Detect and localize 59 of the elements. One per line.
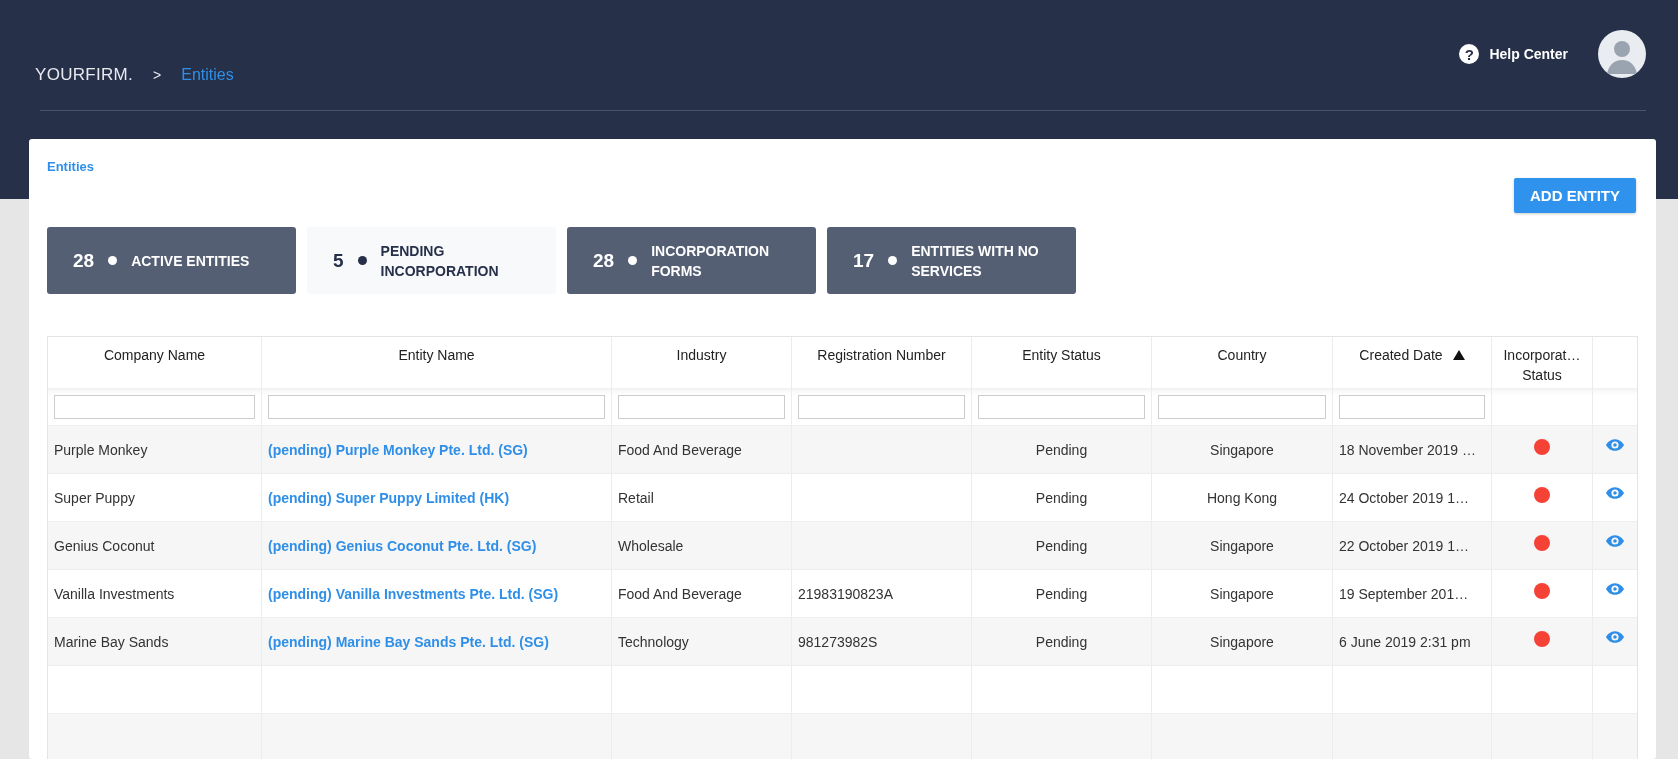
brand-logo[interactable]: YOURFIRM. xyxy=(35,65,134,85)
filter-field[interactable] xyxy=(798,394,965,419)
help-center-link[interactable]: ? Help Center xyxy=(1459,44,1568,64)
filter-field[interactable] xyxy=(1339,394,1485,419)
filter-tab[interactable]: 17 ENTITIES WITH NO SERVICES xyxy=(827,227,1076,294)
country: Singapore xyxy=(1152,521,1333,569)
industry: Food And Beverage xyxy=(612,569,792,617)
column-header[interactable]: Entity Name xyxy=(398,345,475,365)
registration-number: 981273982S xyxy=(792,617,972,665)
eye-icon[interactable] xyxy=(1606,438,1624,451)
breadcrumb-separator: > xyxy=(153,67,162,83)
filter-field[interactable] xyxy=(54,394,255,419)
column-header[interactable]: Created Date xyxy=(1359,345,1443,365)
column-header[interactable]: Entity Status xyxy=(1022,345,1101,365)
filter-tab[interactable]: 5 PENDING INCORPORATION xyxy=(307,227,556,294)
company-name: Marine Bay Sands xyxy=(48,617,262,665)
country: Singapore xyxy=(1152,425,1333,473)
country: Hong Kong xyxy=(1152,473,1333,521)
filter-field[interactable] xyxy=(978,394,1145,419)
created-date: 6 June 2019 2:31 pm xyxy=(1333,617,1492,665)
eye-icon[interactable] xyxy=(1606,582,1624,595)
industry: Food And Beverage xyxy=(612,425,792,473)
help-icon: ? xyxy=(1459,44,1480,64)
eye-icon[interactable] xyxy=(1606,630,1624,643)
entity-status: Pending xyxy=(972,521,1152,569)
column-header[interactable]: Country xyxy=(1217,345,1267,365)
avatar[interactable] xyxy=(1598,30,1646,78)
country: Singapore xyxy=(1152,569,1333,617)
industry: Retail xyxy=(612,473,792,521)
eye-icon[interactable] xyxy=(1606,534,1624,547)
registration-number: 21983190823A xyxy=(792,569,972,617)
filter-field[interactable] xyxy=(268,394,605,419)
filter-field[interactable] xyxy=(1158,394,1326,419)
entity-status: Pending xyxy=(972,569,1152,617)
entity-status: Pending xyxy=(972,425,1152,473)
eye-icon[interactable] xyxy=(1606,486,1624,499)
sort-ascending-icon[interactable] xyxy=(1452,350,1465,360)
created-date: 22 October 2019 1… xyxy=(1333,521,1492,569)
company-name: Super Puppy xyxy=(48,473,262,521)
industry: Technology xyxy=(612,617,792,665)
entity-status: Pending xyxy=(972,473,1152,521)
column-header[interactable]: Incorporat… Status xyxy=(1498,345,1586,385)
company-name: Genius Coconut xyxy=(48,521,262,569)
breadcrumb-link[interactable]: Entities xyxy=(181,66,234,84)
created-date: 18 November 2019 … xyxy=(1333,425,1492,473)
filter-tab[interactable]: 28 ACTIVE ENTITIES xyxy=(47,227,296,294)
column-header[interactable]: Registration Number xyxy=(817,345,946,365)
company-name: Purple Monkey xyxy=(48,425,262,473)
created-date: 24 October 2019 1… xyxy=(1333,473,1492,521)
company-name: Vanilla Investments xyxy=(48,569,262,617)
created-date: 19 September 201… xyxy=(1333,569,1492,617)
column-header[interactable]: Company Name xyxy=(103,345,206,365)
filter-tab[interactable]: 28 INCORPORATION FORMS xyxy=(567,227,816,294)
column-header[interactable]: Industry xyxy=(676,345,727,365)
page-title: Entities xyxy=(47,159,94,174)
entity-status: Pending xyxy=(972,617,1152,665)
filter-field[interactable] xyxy=(618,394,785,419)
industry: Wholesale xyxy=(612,521,792,569)
country: Singapore xyxy=(1152,617,1333,665)
